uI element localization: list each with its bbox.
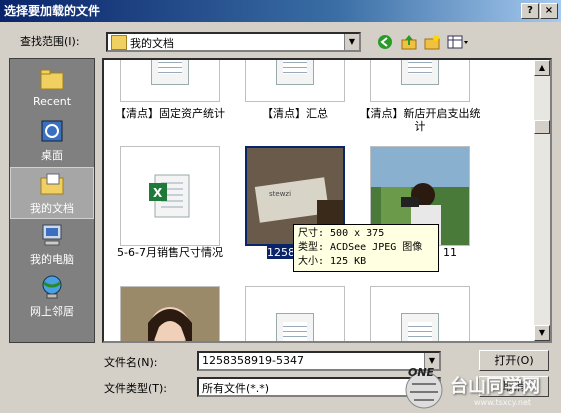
- help-button[interactable]: ?: [521, 3, 539, 19]
- file-thumbnail[interactable]: [245, 60, 345, 102]
- tooltip-filesize: 大小: 125 KB: [298, 256, 367, 267]
- file-name[interactable]: 【清点】汇总: [230, 107, 360, 120]
- place-my-documents[interactable]: 我的文档: [10, 167, 94, 219]
- filetype-value: 所有文件(*.*): [202, 382, 270, 395]
- place-my-computer[interactable]: 我的电脑: [10, 219, 94, 271]
- lookin-value: 我的文档: [130, 37, 174, 50]
- up-folder-icon[interactable]: [400, 34, 418, 52]
- watermark-logo-text: ONE: [408, 366, 435, 379]
- excel-file-icon: X: [149, 171, 193, 224]
- excel-file-icon: [401, 60, 439, 85]
- scroll-down-icon[interactable]: ▼: [534, 325, 550, 341]
- notepad-file-icon: [276, 313, 314, 341]
- file-thumbnail[interactable]: [370, 60, 470, 102]
- place-label: 网上邻居: [30, 305, 74, 318]
- file-thumbnail[interactable]: [245, 286, 345, 341]
- views-menu-icon[interactable]: [447, 34, 468, 52]
- photo-thumbnail: [121, 287, 219, 341]
- watermark-url: www.tsxcy.net: [474, 398, 531, 407]
- new-folder-icon[interactable]: [423, 34, 441, 52]
- file-thumbnail[interactable]: [120, 60, 220, 102]
- filetype-label: 文件类型(T):: [104, 382, 168, 395]
- file-name[interactable]: 【清点】固定资产统计: [105, 107, 235, 120]
- my-documents-icon: [111, 35, 127, 50]
- svg-text:X: X: [153, 186, 163, 200]
- vertical-scrollbar[interactable]: ▲ ▼: [534, 60, 550, 341]
- file-name[interactable]: 5-6-7月销售尺寸情况: [105, 246, 235, 259]
- close-button[interactable]: ×: [540, 3, 558, 19]
- places-bar: Recent 桌面 我的文档 我的电脑 网上邻居: [9, 58, 95, 343]
- excel-file-icon: [151, 60, 189, 85]
- file-thumbnail[interactable]: [120, 286, 220, 341]
- filename-label: 文件名(N):: [104, 356, 158, 369]
- chevron-down-icon[interactable]: ▼: [344, 34, 359, 50]
- place-label: 我的电脑: [30, 253, 74, 266]
- svg-text:stewzi: stewzi: [269, 190, 291, 198]
- lookin-label: 查找范围(I):: [20, 35, 80, 48]
- back-arrow-icon[interactable]: [376, 34, 394, 52]
- place-label: 桌面: [41, 149, 63, 162]
- filename-value: 1258358919-5347: [202, 354, 304, 367]
- watermark-text: 台山同学网: [450, 376, 540, 397]
- recent-folder-icon: [38, 67, 66, 93]
- tooltip-type: 类型: ACDSee JPEG 图像: [298, 242, 423, 253]
- place-label: 我的文档: [30, 202, 74, 215]
- my-computer-icon: [38, 223, 66, 249]
- place-network[interactable]: 网上邻居: [10, 271, 94, 323]
- file-name[interactable]: 【清点】新店开启支出统计: [355, 107, 485, 133]
- tooltip-size: 尺寸: 500 x 375: [298, 228, 385, 239]
- scroll-up-icon[interactable]: ▲: [534, 60, 550, 76]
- lookin-combo[interactable]: 我的文档 ▼: [106, 32, 361, 52]
- excel-file-icon: [276, 60, 314, 85]
- file-thumbnail[interactable]: [370, 286, 470, 341]
- scroll-thumb[interactable]: [534, 120, 550, 134]
- file-list[interactable]: 【清点】固定资产统计 【清点】汇总 【清点】新店开启支出统计 X 5-6-7月销…: [102, 58, 552, 343]
- file-info-tooltip: 尺寸: 500 x 375 类型: ACDSee JPEG 图像 大小: 125…: [293, 224, 439, 272]
- notepad-file-icon: [401, 313, 439, 341]
- window-title: 选择要加载的文件: [4, 4, 101, 18]
- place-recent[interactable]: Recent: [10, 63, 94, 115]
- place-desktop[interactable]: 桌面: [10, 115, 94, 167]
- site-watermark: ONE 台山同学网 www.tsxcy.net: [404, 362, 561, 413]
- file-thumbnail[interactable]: X: [120, 146, 220, 246]
- place-label: Recent: [32, 95, 72, 108]
- network-icon: [38, 275, 66, 301]
- desktop-icon: [38, 119, 66, 145]
- my-documents-icon: [38, 172, 66, 198]
- title-bar: 选择要加载的文件 ? ×: [0, 0, 561, 22]
